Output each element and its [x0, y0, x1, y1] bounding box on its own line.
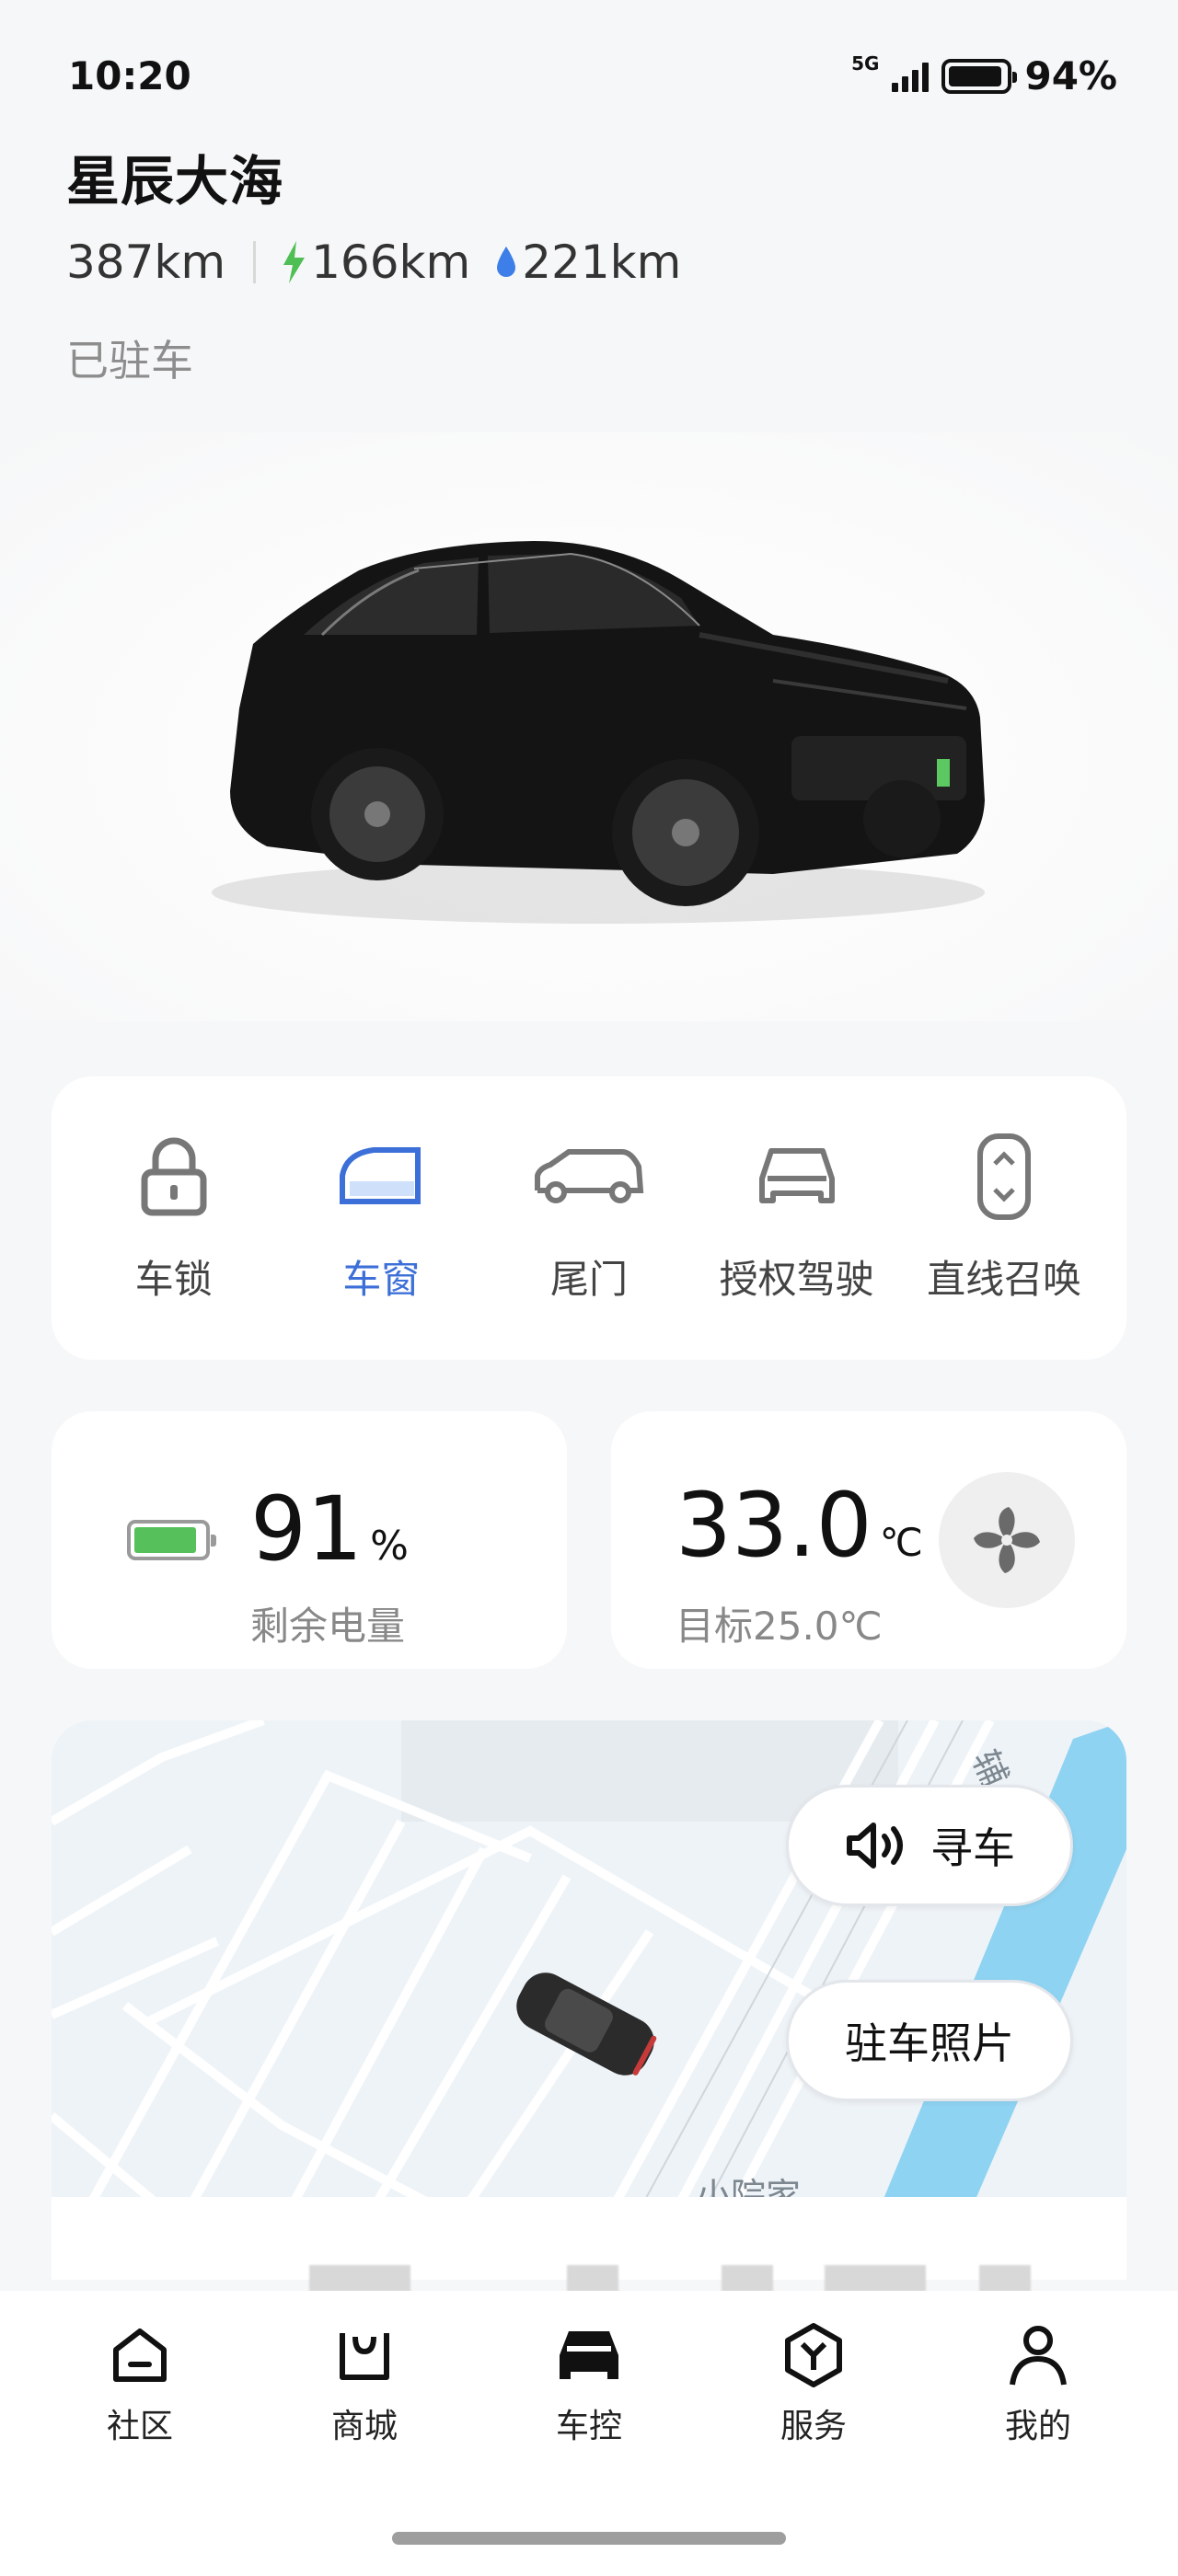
fuel-range: 221km — [494, 236, 681, 289]
range-divider — [253, 241, 257, 283]
car-front-icon — [753, 1133, 841, 1221]
car-window-icon — [337, 1133, 425, 1221]
total-range: 387km — [66, 236, 226, 289]
find-car-button[interactable]: 寻车 — [786, 1785, 1073, 1906]
battery-unit: % — [370, 1523, 409, 1570]
summon-icon — [975, 1133, 1034, 1221]
person-icon — [1003, 2320, 1073, 2390]
park-photo-label: 驻车照片 — [845, 2018, 1014, 2068]
car-side-icon — [532, 1133, 646, 1221]
car-filled-icon — [554, 2320, 624, 2390]
summon-label: 直线召唤 — [927, 1256, 1082, 1302]
status-time: 10:20 — [68, 53, 191, 98]
tab-community[interactable]: 社区 — [57, 2320, 223, 2447]
battery-percentage: 91 — [250, 1478, 364, 1581]
tailgate-button[interactable]: 尾门 — [492, 1133, 686, 1305]
tab-mall-label: 商城 — [330, 2408, 398, 2445]
battery-value: 91 % — [250, 1478, 409, 1581]
temperature-unit: ℃ — [879, 1520, 923, 1565]
tab-community-label: 社区 — [106, 2408, 173, 2445]
authorized-driving-label: 授权驾驶 — [719, 1256, 874, 1302]
target-temperature: 目标25.0℃ — [676, 1604, 883, 1649]
fan-icon — [974, 1507, 1040, 1573]
range-info: 387km 166km 221km — [66, 236, 681, 289]
tab-vehicle-control-label: 车控 — [555, 2408, 622, 2445]
lock-icon — [137, 1133, 211, 1221]
summon-button[interactable]: 直线召唤 — [907, 1133, 1101, 1305]
battery-label: 剩余电量 — [250, 1604, 406, 1649]
battery-status-icon — [941, 58, 1018, 94]
fuel-range-value: 221km — [522, 236, 682, 289]
tab-mall[interactable]: 商城 — [282, 2320, 447, 2447]
lock-button[interactable]: 车锁 — [77, 1133, 271, 1305]
climate-card[interactable]: 33.0 ℃ 目标25.0℃ — [611, 1411, 1126, 1669]
signal-icon — [892, 61, 930, 92]
window-button[interactable]: 车窗 — [284, 1133, 478, 1305]
park-photo-button[interactable]: 驻车照片 — [786, 1980, 1073, 2101]
electric-range: 166km — [280, 236, 470, 289]
tab-mine-label: 我的 — [1004, 2408, 1071, 2445]
climate-toggle-button[interactable] — [939, 1472, 1075, 1608]
battery-icon — [127, 1520, 216, 1560]
network-type: 5G — [851, 52, 880, 75]
fuel-drop-icon — [497, 247, 516, 277]
park-status: 已驻车 — [66, 336, 193, 385]
authorized-driving-button[interactable]: 授权驾驶 — [700, 1133, 894, 1305]
vehicle-name[interactable]: 星辰大海 — [66, 138, 283, 215]
battery-card[interactable]: 91 % 剩余电量 — [52, 1411, 567, 1669]
tailgate-label: 尾门 — [549, 1256, 628, 1302]
tab-service-label: 服务 — [780, 2408, 847, 2445]
electric-range-value: 166km — [311, 236, 471, 289]
lightning-icon — [283, 241, 306, 283]
home-icon — [105, 2320, 175, 2390]
car-image — [212, 541, 985, 924]
quick-controls-card: 车锁 车窗 尾门 授权驾驶 直线召唤 — [52, 1076, 1126, 1360]
window-label: 车窗 — [342, 1256, 421, 1302]
temperature-value: 33.0 — [676, 1474, 872, 1577]
lock-label: 车锁 — [134, 1256, 213, 1302]
shopping-bag-icon — [329, 2320, 399, 2390]
car-image-area[interactable] — [0, 432, 1178, 1021]
battery-percent: 94% — [1024, 53, 1117, 98]
find-car-label: 寻车 — [930, 1823, 1015, 1873]
cabin-temperature: 33.0 ℃ — [676, 1474, 923, 1577]
status-indicators: 5G 94% — [851, 52, 1117, 99]
speaker-icon — [847, 1823, 903, 1869]
map-view[interactable]: 辅 路 小院家 寻车 驻车照片 — [52, 1720, 1126, 2208]
tab-vehicle-control[interactable]: 车控 — [506, 2320, 672, 2447]
status-bar: 10:20 5G 94% — [0, 0, 1178, 156]
tab-service[interactable]: 服务 — [731, 2320, 896, 2447]
service-hexagon-icon — [779, 2320, 849, 2390]
tab-mine[interactable]: 我的 — [955, 2320, 1121, 2447]
home-indicator[interactable] — [392, 2532, 786, 2545]
